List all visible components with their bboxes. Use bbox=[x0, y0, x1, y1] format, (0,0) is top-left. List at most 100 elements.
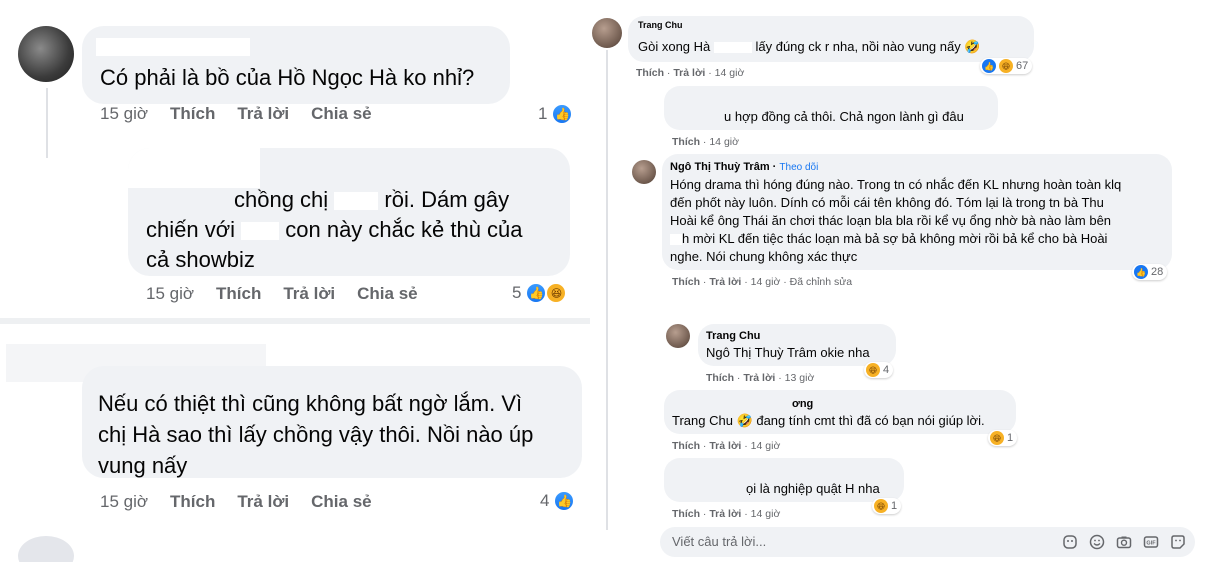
reaction-count: 1 bbox=[538, 104, 548, 123]
like-link[interactable]: Thích bbox=[672, 276, 700, 288]
reply-actions: Thích · Trả lời · 14 giờ bbox=[672, 508, 781, 520]
like-link[interactable]: Thích bbox=[170, 104, 215, 124]
reply-bubble: chồng chị rồi. Dám gây chiến với con này… bbox=[128, 148, 570, 276]
reaction-summary[interactable]: 1 👍 bbox=[538, 103, 574, 125]
haha-reaction-icon: 😆 bbox=[545, 282, 568, 304]
emoji-icon[interactable] bbox=[1088, 533, 1106, 551]
reaction-count: 1 bbox=[1007, 432, 1014, 444]
reaction-summary[interactable]: 😆 1 bbox=[988, 430, 1018, 446]
composer-toolbar: GIF bbox=[1061, 533, 1187, 551]
haha-reaction-icon: 😆 bbox=[999, 59, 1013, 73]
share-link[interactable]: Chia sẻ bbox=[357, 284, 417, 304]
like-link[interactable]: Thích bbox=[672, 508, 700, 520]
share-link[interactable]: Chia sẻ bbox=[311, 492, 371, 512]
reply-line-3: cả showbiz bbox=[146, 247, 255, 272]
reply-text: Trang Chu 🤣 đang tính cmt thì đã có bạn … bbox=[672, 413, 985, 428]
sticker-icon[interactable] bbox=[1061, 533, 1079, 551]
reply-link[interactable]: Trả lời bbox=[237, 492, 289, 512]
reply-link[interactable]: Trả lời bbox=[673, 67, 705, 79]
like-link[interactable]: Thích bbox=[216, 284, 261, 304]
reaction-summary[interactable]: 😆 1 bbox=[872, 498, 902, 514]
reply-line-3: Hoài kể ông Thái ăn chơi thác loạn bla b… bbox=[670, 213, 1112, 228]
reply-actions: Thích · 14 giờ bbox=[672, 136, 739, 148]
like-reaction-icon: 👍 bbox=[551, 103, 574, 125]
reply-time[interactable]: 14 giờ bbox=[751, 276, 781, 288]
svg-text:GIF: GIF bbox=[1146, 541, 1156, 547]
reaction-summary[interactable]: 4 👍 bbox=[540, 490, 576, 512]
thread-line bbox=[46, 88, 48, 158]
follow-link[interactable]: Theo dõi bbox=[779, 162, 818, 173]
reply-line-2: chiến với con này chắc kẻ thù của bbox=[146, 217, 523, 242]
haha-reaction-icon: 😆 bbox=[866, 363, 880, 377]
like-link[interactable]: Thích bbox=[170, 492, 215, 512]
reaction-summary[interactable]: 5 👍 😆 bbox=[512, 282, 568, 304]
reply-line-1: Hóng drama thì hóng đúng nào. Trong tn c… bbox=[670, 177, 1122, 192]
reaction-summary[interactable]: 😆 4 bbox=[864, 362, 894, 378]
reply-link[interactable]: Trả lời bbox=[743, 372, 775, 384]
comment-time[interactable]: 15 giờ bbox=[100, 492, 148, 512]
commenter-avatar[interactable] bbox=[632, 160, 656, 184]
reply-actions: Thích · Trả lời · 14 giờ bbox=[672, 440, 781, 452]
reply-link[interactable]: Trả lời bbox=[709, 508, 741, 520]
reaction-count: 67 bbox=[1016, 60, 1029, 72]
comment-time[interactable]: 15 giờ bbox=[100, 104, 148, 124]
commenter-avatar[interactable] bbox=[666, 324, 690, 348]
like-reaction-icon: 👍 bbox=[982, 59, 996, 73]
reply-line-4: h mời KL đến tiệc thác loạn mà bả sợ bả … bbox=[670, 230, 1107, 248]
reply-time[interactable]: 14 giờ bbox=[751, 508, 781, 520]
reply-time[interactable]: 15 giờ bbox=[146, 284, 194, 304]
like-link[interactable]: Thích bbox=[672, 440, 700, 452]
reaction-summary[interactable]: 👍 😆 67 bbox=[980, 58, 1033, 74]
comment-line-3: vung nấy bbox=[98, 453, 188, 478]
commenter-avatar[interactable] bbox=[18, 26, 74, 82]
thread-line bbox=[606, 50, 608, 530]
commenter-name[interactable]: Trang Chu bbox=[638, 20, 683, 30]
reply-link[interactable]: Trả lời bbox=[709, 440, 741, 452]
reply-input[interactable]: Viết câu trả lời... GIF bbox=[660, 527, 1195, 557]
comment-actions: Thích · Trả lời · 14 giờ bbox=[636, 67, 745, 79]
share-link[interactable]: Chia sẻ bbox=[311, 104, 371, 124]
like-reaction-icon: 👍 bbox=[525, 282, 548, 304]
reply-time[interactable]: 14 giờ bbox=[751, 440, 781, 452]
reply-time[interactable]: 14 giờ bbox=[709, 136, 739, 148]
reply-text: u hợp đồng cả thôi. Chả ngon lành gì đâu bbox=[724, 109, 964, 124]
reaction-count: 1 bbox=[891, 500, 898, 512]
reply-text: Ngô Thị Thuỳ Trâm okie nha bbox=[706, 345, 870, 360]
reaction-count: 4 bbox=[883, 364, 890, 376]
like-link[interactable]: Thích bbox=[706, 372, 734, 384]
like-reaction-icon: 👍 bbox=[1134, 265, 1148, 279]
next-commenter-avatar[interactable] bbox=[18, 536, 74, 562]
reply-link[interactable]: Trả lời bbox=[283, 284, 335, 304]
reply-line-1: chồng chị rồi. Dám gây bbox=[234, 187, 510, 212]
left-top-section: Có phải là bồ của Hồ Ngọc Hà ko nhỉ? 15 … bbox=[0, 0, 590, 318]
reply-bubble: Trang Chu Ngô Thị Thuỳ Trâm okie nha bbox=[698, 324, 896, 366]
reply-link[interactable]: Trả lời bbox=[709, 276, 741, 288]
haha-reaction-icon: 😆 bbox=[990, 431, 1004, 445]
sticker-face-icon[interactable] bbox=[1169, 533, 1187, 551]
gif-icon[interactable]: GIF bbox=[1142, 533, 1160, 551]
reply-text: ọi là nghiệp quật H nha bbox=[746, 481, 880, 496]
like-link[interactable]: Thích bbox=[672, 136, 700, 148]
commenter-name[interactable]: Trang Chu bbox=[706, 330, 760, 342]
reply-actions: Thích · Trả lời · 13 giờ bbox=[706, 372, 815, 384]
reaction-summary[interactable]: 👍 28 bbox=[1132, 264, 1168, 280]
commenter-name[interactable]: Ngô Thị Thuỳ Trâm · Theo dõi bbox=[670, 161, 818, 173]
like-link[interactable]: Thích bbox=[636, 67, 664, 79]
like-reaction-icon: 👍 bbox=[553, 490, 576, 512]
commenter-avatar[interactable] bbox=[592, 18, 622, 48]
left-bottom-section: Nếu có thiệt thì cũng không bất ngờ lắm.… bbox=[0, 318, 590, 562]
reaction-count: 28 bbox=[1151, 266, 1164, 278]
comment-actions: 15 giờ Thích Trả lời Chia sẻ bbox=[100, 492, 372, 512]
camera-icon[interactable] bbox=[1115, 533, 1133, 551]
comment-time[interactable]: 14 giờ bbox=[715, 67, 745, 79]
comment-line-2: chị Hà sao thì lấy chồng vậy thôi. Nồi n… bbox=[98, 422, 534, 447]
reply-time[interactable]: 13 giờ bbox=[785, 372, 815, 384]
reply-bubble: Ngô Thị Thuỳ Trâm · Theo dõi Hóng drama … bbox=[662, 154, 1172, 270]
comment-bubble: Nếu có thiệt thì cũng không bất ngờ lắm.… bbox=[82, 366, 582, 478]
comment-text: Có phải là bồ của Hồ Ngọc Hà ko nhỉ? bbox=[100, 65, 475, 90]
reaction-count: 5 bbox=[512, 283, 522, 302]
right-screenshot: Trang Chu Gòi xong Hà lấy đúng ck r nha,… bbox=[590, 0, 1219, 562]
reply-link[interactable]: Trả lời bbox=[237, 104, 289, 124]
reply-bubble: u hợp đồng cả thôi. Chả ngon lành gì đâu bbox=[664, 86, 998, 130]
commenter-name[interactable]: ơng bbox=[792, 398, 813, 410]
